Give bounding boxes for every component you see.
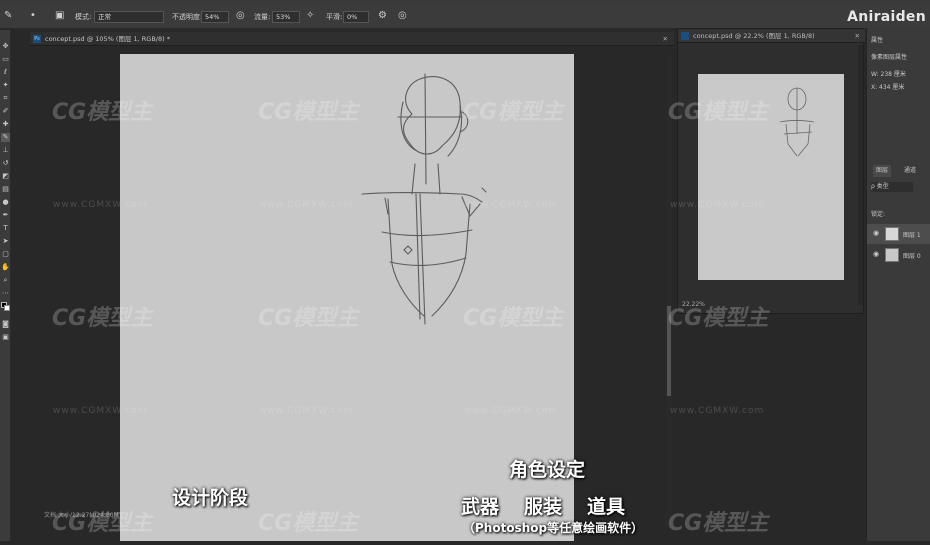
type-tool-icon[interactable]: T [1,224,10,233]
quick-mask-icon[interactable]: ◙ [1,320,10,329]
move-tool-icon[interactable]: ✥ [1,42,10,51]
brush-tool-icon[interactable]: ✎ [4,10,12,21]
photoshop-file-icon: Ps [33,35,41,43]
shape-tool-icon[interactable]: ▢ [1,250,10,259]
tab-channels[interactable]: 通道 [901,165,919,177]
pen-tool-icon[interactable]: ✒ [1,211,10,220]
pressure-opacity-icon[interactable]: ◎ [236,10,245,21]
vertical-scrollbar[interactable] [666,56,672,526]
flow-field[interactable]: 53% [272,11,300,23]
healing-tool-icon[interactable]: ✚ [1,120,10,129]
opacity-label: 不透明度: [172,13,203,21]
crop-tool-icon[interactable]: ⌗ [1,94,10,103]
smooth-label: 平滑: [326,13,343,21]
photoshop-file-icon [681,32,689,40]
watermark-logo: CG模型主 [668,511,769,536]
layer-row[interactable]: ◉ 图层 1 [867,224,930,244]
pressure-size-icon[interactable]: ◎ [398,10,407,21]
tab-layers[interactable]: 图层 [873,165,892,177]
layer-filter-select[interactable]: ρ 类型 [871,182,913,192]
brand-watermark: Aniraiden [847,9,926,25]
preview-window: concept.psd @ 22.2% (图层 1, RGB/8) ✕ 22.2… [677,28,865,314]
more-tools-icon[interactable]: ⋯ [1,289,10,298]
layer-thumbnail [885,248,899,262]
subtitle-items: 武器 服装 道具 [461,492,650,519]
lock-label: 锁定: [871,211,886,218]
eraser-tool-icon[interactable]: ◩ [1,172,10,181]
subtitle-props: 道具 [587,496,626,518]
background-color-swatch[interactable] [4,305,10,311]
gradient-tool-icon[interactable]: ▤ [1,185,10,194]
layer-thumbnail [885,227,899,241]
opacity-field[interactable]: 54% [201,11,229,23]
hand-tool-icon[interactable]: ✋ [1,263,10,272]
dodge-tool-icon[interactable]: ● [1,198,10,207]
stamp-tool-icon[interactable]: ⊥ [1,146,10,155]
document-tab-title: concept.psd @ 105% (图层 1, RGB/8) * [45,35,170,43]
status-bar: 文档:大小/12.27M/24.80M [44,512,119,519]
gear-icon[interactable]: ⚙ [378,10,387,21]
close-icon[interactable]: ✕ [855,29,860,43]
options-bar: ✎ • ▣ 模式: 正常 不透明度: 54% ◎ 流量: 53% ✧ 平滑: 0… [0,5,930,29]
quick-select-tool-icon[interactable]: ✦ [1,81,10,90]
properties-title: 属性 [871,37,884,44]
subtitle-weapons: 武器 [461,496,500,518]
subtitle-design-stage: 设计阶段 [172,487,249,509]
path-select-tool-icon[interactable]: ➤ [1,237,10,246]
eyedropper-tool-icon[interactable]: ✐ [1,107,10,116]
character-sketch [361,73,487,325]
preview-scrollbar[interactable] [858,45,863,305]
brush-tool-icon[interactable]: ✎ [1,133,10,142]
mode-label: 模式: [75,13,92,21]
preview-zoom: 22.22% [682,301,705,308]
pixel-layer-label: 像素图层属性 [871,54,908,61]
tools-panel: ✥ ▭ ℓ ✦ ⌗ ✐ ✚ ✎ ⊥ ↺ ◩ ▤ ● ✒ T ➤ ▢ ✋ ⌕ ⋯ … [0,30,11,541]
smooth-field[interactable]: 0% [343,11,369,23]
document-tab[interactable]: Ps concept.psd @ 105% (图层 1, RGB/8) * ✕ [30,32,674,46]
close-icon[interactable]: ✕ [663,32,668,46]
brush-preset-icon[interactable]: • [30,10,36,21]
subtitle-character-design: 角色设定 [509,459,586,481]
layer-name: 图层 1 [903,232,921,239]
layer-row[interactable]: ◉ 图层 0 [867,245,930,265]
flow-label: 流量: [254,13,271,21]
brush-panel-icon[interactable]: ▣ [55,10,64,21]
screen-mode-icon[interactable]: ▣ [1,333,10,342]
preview-canvas[interactable] [698,74,844,280]
airbrush-icon[interactable]: ✧ [306,10,314,21]
preview-tab-title: concept.psd @ 22.2% (图层 1, RGB/8) [693,32,815,40]
marquee-tool-icon[interactable]: ▭ [1,55,10,64]
history-brush-tool-icon[interactable]: ↺ [1,159,10,168]
watermark-url: www.CGMXW.com [670,406,765,416]
zoom-tool-icon[interactable]: ⌕ [1,276,10,285]
preview-tab[interactable]: concept.psd @ 22.2% (图层 1, RGB/8) ✕ [678,29,865,43]
preview-sketch [779,87,815,157]
lasso-tool-icon[interactable]: ℓ [1,68,10,77]
drawing-canvas[interactable] [120,54,574,541]
mode-select[interactable]: 正常 [94,11,164,23]
height-value[interactable]: X: 434 厘米 [871,83,904,93]
visibility-eye-icon[interactable]: ◉ [873,229,879,237]
right-panels: 属性 像素图层属性 W: 238 厘米 X: 434 厘米 图层 通道 ρ 类型… [866,28,930,541]
subtitle-costume: 服装 [524,496,563,518]
layer-name: 图层 0 [903,253,921,260]
width-value[interactable]: W: 238 厘米 [871,70,906,80]
subtitle-software-note: （Photoshop等任意绘画软件） [463,521,644,535]
visibility-eye-icon[interactable]: ◉ [873,250,879,258]
